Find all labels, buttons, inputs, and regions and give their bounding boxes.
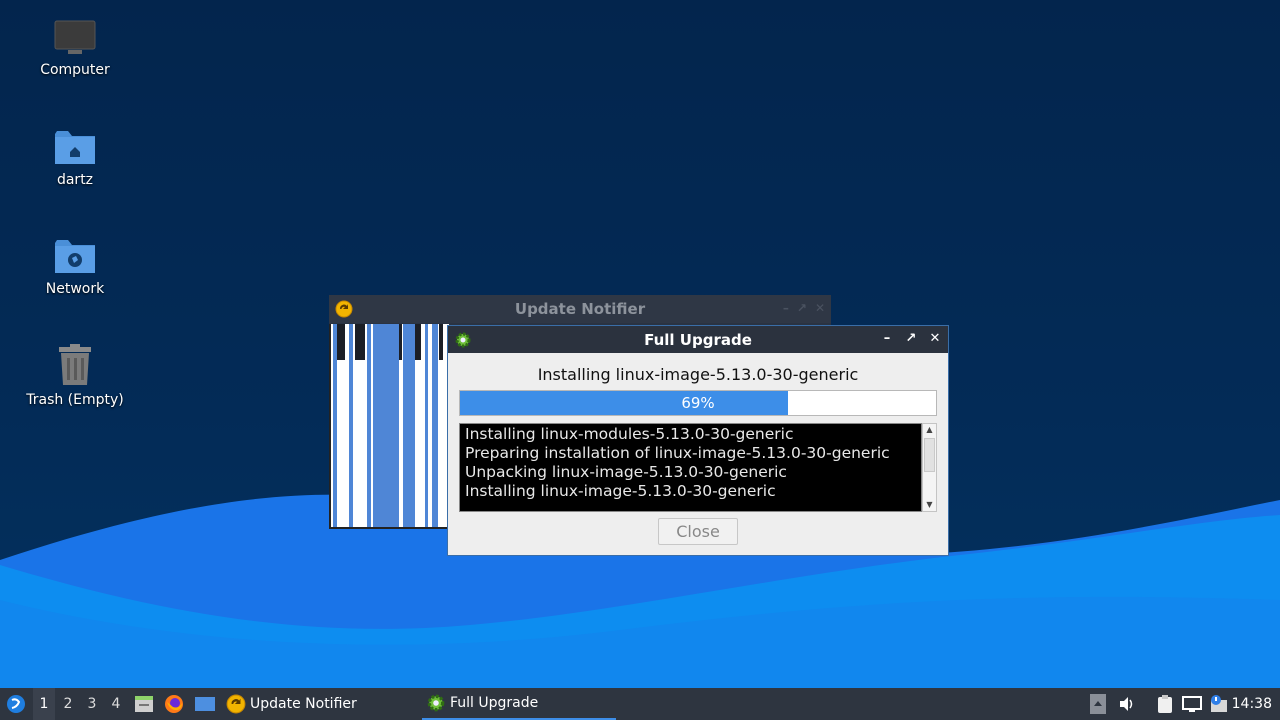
close-button[interactable]: Close bbox=[658, 518, 738, 545]
desktop-icon-label: dartz bbox=[56, 172, 94, 188]
desktop-icon-label: Trash (Empty) bbox=[26, 392, 124, 408]
full-upgrade-window[interactable]: Full Upgrade – ↗ ✕ Installing linux-imag… bbox=[447, 325, 949, 556]
log-scrollbar[interactable]: ▲ ▼ bbox=[922, 423, 937, 512]
volume-button[interactable] bbox=[1118, 688, 1138, 720]
upgrade-status-text: Installing linux-image-5.13.0-30-generic bbox=[537, 365, 859, 384]
lubuntu-logo-icon bbox=[7, 695, 25, 713]
close-icon[interactable]: ✕ bbox=[815, 301, 825, 315]
firefox-launcher[interactable] bbox=[164, 688, 186, 720]
chevron-up-icon bbox=[1090, 694, 1106, 714]
task-label: Update Notifier bbox=[250, 696, 357, 712]
workspace-4[interactable]: 4 bbox=[105, 688, 127, 720]
volume-icon bbox=[1120, 697, 1133, 711]
task-full-upgrade[interactable]: Full Upgrade bbox=[422, 688, 616, 720]
log-line: Unpacking linux-image-5.13.0-30-generic bbox=[465, 463, 787, 481]
full-upgrade-titlebar[interactable]: Full Upgrade – ↗ ✕ bbox=[448, 326, 948, 353]
clock[interactable]: 14:38 bbox=[1232, 688, 1272, 720]
desktop-icon bbox=[195, 697, 215, 711]
progress-label: 69% bbox=[681, 394, 715, 412]
clipboard-button[interactable] bbox=[1156, 688, 1176, 720]
show-desktop-button[interactable] bbox=[194, 688, 216, 720]
log-line: Installing linux-modules-5.13.0-30-gener… bbox=[465, 425, 794, 443]
trash-icon bbox=[59, 344, 91, 385]
minimize-icon[interactable]: – bbox=[880, 330, 894, 348]
desktop-icon-label: Network bbox=[45, 281, 105, 297]
gear-icon bbox=[427, 694, 445, 712]
workspace-3[interactable]: 3 bbox=[81, 688, 103, 720]
computer-icon bbox=[54, 20, 96, 54]
home-folder-icon bbox=[55, 131, 95, 164]
scroll-up-icon[interactable]: ▲ bbox=[923, 424, 936, 436]
file-manager-icon bbox=[135, 696, 153, 712]
update-notifier-icon bbox=[226, 694, 246, 714]
update-notifier-title: Update Notifier bbox=[514, 300, 646, 318]
upgrade-log[interactable]: Installing linux-modules-5.13.0-30-gener… bbox=[459, 423, 922, 512]
desktop-background: Computer dartz Network Trash (Empty) Upd… bbox=[0, 0, 1280, 688]
network-button[interactable] bbox=[1182, 688, 1204, 720]
close-icon[interactable]: ✕ bbox=[928, 330, 942, 348]
scroll-down-icon[interactable]: ▼ bbox=[923, 499, 936, 511]
task-update-notifier[interactable]: Update Notifier bbox=[226, 688, 416, 720]
update-notifier-titlebar[interactable]: Update Notifier – ↗ ✕ bbox=[329, 295, 831, 323]
workspace-2[interactable]: 2 bbox=[57, 688, 79, 720]
desktop-icon-computer[interactable]: Computer bbox=[15, 20, 135, 78]
network-folder-icon bbox=[55, 240, 95, 273]
desktop-icon-network[interactable]: Network bbox=[15, 237, 135, 297]
update-alert-icon bbox=[1211, 695, 1227, 712]
minimize-icon[interactable]: – bbox=[783, 301, 789, 315]
workspace-1[interactable]: 1 bbox=[33, 688, 55, 720]
task-label: Full Upgrade bbox=[450, 695, 539, 711]
maximize-icon[interactable]: ↗ bbox=[797, 301, 807, 315]
update-notifier-content bbox=[329, 324, 449, 529]
desktop-icon-home[interactable]: dartz bbox=[15, 128, 135, 188]
maximize-icon[interactable]: ↗ bbox=[904, 330, 918, 348]
file-manager-launcher[interactable] bbox=[134, 688, 154, 720]
scroll-thumb[interactable] bbox=[924, 438, 935, 472]
desktop-icon-label: Computer bbox=[40, 62, 110, 78]
taskbar: 1 2 3 4 Update Notifier Full Upgrade 14:… bbox=[0, 688, 1280, 720]
network-status-icon bbox=[1182, 696, 1202, 712]
full-upgrade-title: Full Upgrade bbox=[644, 331, 752, 349]
clipboard-icon bbox=[1158, 695, 1172, 713]
desktop-icon-trash[interactable]: Trash (Empty) bbox=[15, 344, 135, 408]
log-line: Installing linux-image-5.13.0-30-generic bbox=[465, 482, 776, 500]
firefox-icon bbox=[165, 695, 183, 713]
upgrade-progress-bar: 69% bbox=[459, 390, 937, 416]
tray-expand-button[interactable] bbox=[1090, 688, 1108, 720]
log-line: Preparing installation of linux-image-5.… bbox=[465, 444, 890, 462]
update-tray-button[interactable] bbox=[1210, 688, 1230, 720]
start-menu-button[interactable] bbox=[4, 688, 28, 720]
